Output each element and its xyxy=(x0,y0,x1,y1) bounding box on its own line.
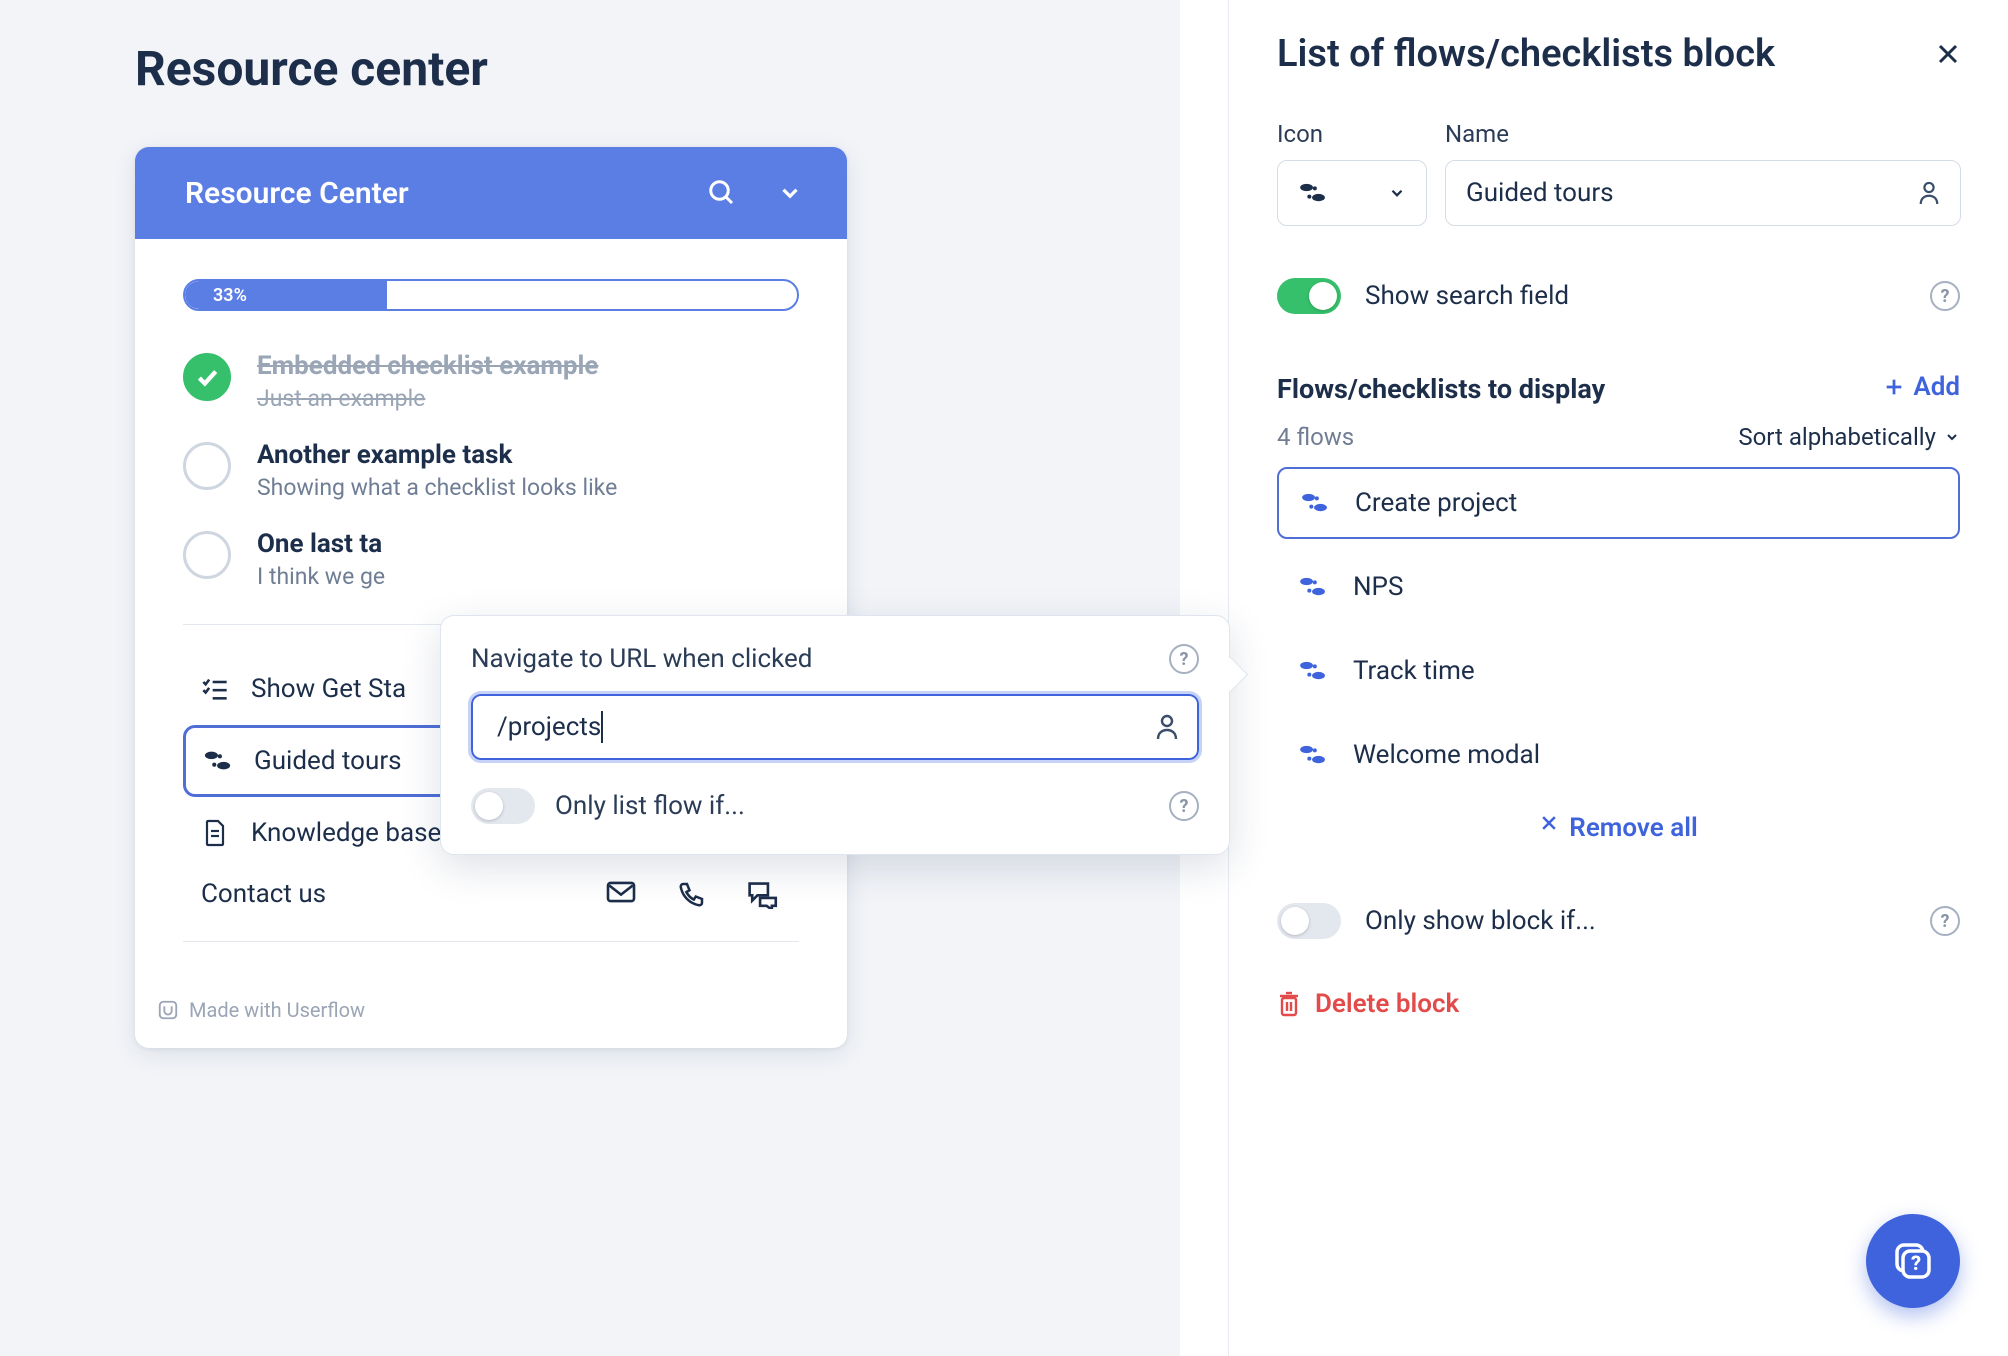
name-value: Guided tours xyxy=(1466,178,1614,208)
rc-link-label: Guided tours xyxy=(254,746,402,776)
footsteps-icon xyxy=(204,747,232,775)
rc-link-label: Show Get Sta xyxy=(251,674,406,704)
close-icon[interactable] xyxy=(1936,42,1960,66)
sort-label: Sort alphabetically xyxy=(1738,423,1936,451)
task-circle-icon xyxy=(183,442,231,490)
only-show-label: Only show block if... xyxy=(1365,906,1596,936)
checklist-task[interactable]: Embedded checklist example Just an examp… xyxy=(183,351,799,412)
resource-center-preview: Resource Center 33% Embedded checklist xyxy=(135,147,847,1048)
icon-select[interactable] xyxy=(1277,160,1427,226)
help-icon[interactable]: ? xyxy=(1930,281,1960,311)
phone-icon[interactable] xyxy=(677,879,707,909)
checklist-task[interactable]: Another example task Showing what a chec… xyxy=(183,440,799,501)
check-icon xyxy=(183,353,231,401)
help-fab[interactable]: ? xyxy=(1866,1214,1960,1308)
footsteps-icon xyxy=(1298,182,1328,204)
rc-contact-label: Contact us xyxy=(201,879,326,909)
userflow-logo-icon xyxy=(157,999,179,1021)
task-title: One last ta xyxy=(257,529,385,559)
rc-footer: Made with Userflow xyxy=(135,970,847,1028)
flow-item[interactable]: Create project xyxy=(1277,467,1960,539)
task-circle-icon xyxy=(183,531,231,579)
sort-dropdown[interactable]: Sort alphabetically xyxy=(1738,423,1960,451)
flow-label: Welcome modal xyxy=(1353,740,1540,770)
popover-title: Navigate to URL when clicked xyxy=(471,644,812,674)
show-search-label: Show search field xyxy=(1365,281,1569,311)
only-list-label: Only list flow if... xyxy=(555,791,745,821)
search-icon[interactable] xyxy=(705,176,739,210)
person-icon[interactable] xyxy=(1155,713,1179,741)
flow-label: Track time xyxy=(1353,656,1475,686)
task-title: Embedded checklist example xyxy=(257,351,598,381)
checklist-task[interactable]: One last ta I think we ge xyxy=(183,529,799,590)
rc-footer-text: Made with Userflow xyxy=(189,998,365,1022)
rc-contact-row: Contact us xyxy=(183,869,799,909)
flow-settings-popover: Navigate to URL when clicked ? /projects… xyxy=(440,615,1230,855)
rc-header: Resource Center xyxy=(135,147,847,239)
chat-icon[interactable] xyxy=(747,879,781,909)
task-subtitle: I think we ge xyxy=(257,563,385,590)
help-icon[interactable]: ? xyxy=(1169,644,1199,674)
flow-label: NPS xyxy=(1353,572,1403,602)
checklist-icon xyxy=(201,675,229,703)
add-label: Add xyxy=(1913,372,1960,402)
flow-item[interactable]: Track time xyxy=(1277,635,1960,707)
flows-count: 4 flows xyxy=(1277,423,1354,451)
flow-label: Create project xyxy=(1355,488,1517,518)
panel-title: List of flows/checklists block xyxy=(1277,32,1775,76)
block-settings-panel: List of flows/checklists block Icon Name… xyxy=(1228,0,2008,1356)
navigate-url-input[interactable]: /projects xyxy=(471,694,1199,760)
progress-bar: 33% xyxy=(183,279,799,311)
remove-all-button[interactable]: Remove all xyxy=(1277,813,1960,843)
page-title: Resource center xyxy=(135,40,1180,97)
divider xyxy=(183,941,799,942)
progress-label: 33% xyxy=(213,285,247,306)
flows-section-title: Flows/checklists to display xyxy=(1277,373,1605,405)
footsteps-icon xyxy=(1297,659,1329,683)
show-search-toggle[interactable] xyxy=(1277,278,1341,314)
url-value: /projects xyxy=(497,712,601,742)
chevron-down-icon[interactable] xyxy=(773,176,807,210)
name-field-label: Name xyxy=(1445,120,1961,148)
help-icon[interactable]: ? xyxy=(1930,906,1960,936)
flow-item[interactable]: NPS xyxy=(1277,551,1960,623)
flow-list: Create project NPS Track time Welcome mo… xyxy=(1277,467,1960,791)
chevron-down-icon xyxy=(1388,184,1406,202)
add-flow-button[interactable]: Add xyxy=(1883,372,1960,402)
remove-all-label: Remove all xyxy=(1569,813,1697,843)
person-icon[interactable] xyxy=(1918,180,1940,206)
document-icon xyxy=(201,819,229,847)
only-list-toggle[interactable] xyxy=(471,788,535,824)
delete-label: Delete block xyxy=(1315,989,1459,1019)
footsteps-icon xyxy=(1297,575,1329,599)
svg-text:?: ? xyxy=(1911,1251,1921,1275)
only-show-toggle[interactable] xyxy=(1277,903,1341,939)
task-title: Another example task xyxy=(257,440,617,470)
task-subtitle: Just an example xyxy=(257,385,598,412)
progress-fill: 33% xyxy=(185,281,387,309)
icon-field-label: Icon xyxy=(1277,120,1427,148)
email-icon[interactable] xyxy=(605,879,637,909)
delete-block-button[interactable]: Delete block xyxy=(1277,989,1960,1019)
rc-link-label: Knowledge base xyxy=(251,818,441,848)
footsteps-icon xyxy=(1299,491,1331,515)
rc-header-title: Resource Center xyxy=(185,176,409,211)
block-name-input[interactable]: Guided tours xyxy=(1445,160,1961,226)
flow-item[interactable]: Welcome modal xyxy=(1277,719,1960,791)
help-icon[interactable]: ? xyxy=(1169,791,1199,821)
footsteps-icon xyxy=(1297,743,1329,767)
task-subtitle: Showing what a checklist looks like xyxy=(257,474,617,501)
text-caret xyxy=(601,711,603,743)
